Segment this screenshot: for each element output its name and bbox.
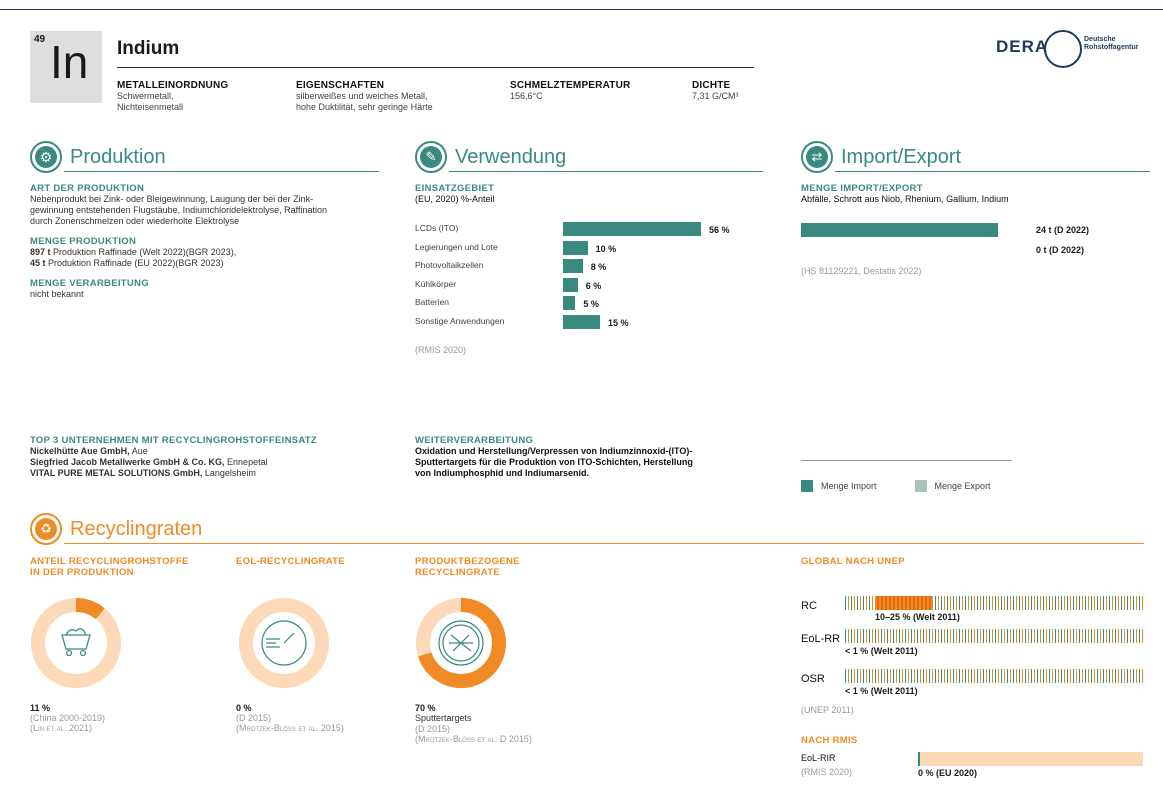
eol-values: 0 % (D 2015) (Mrotzek-Blöss et al. 2015) [236,703,344,733]
usage-bar [563,314,600,329]
legend-import-swatch [801,480,813,492]
rmis-bar-marker [918,752,920,766]
produkt-values: 70 % Sputtertargets (D 2015) (Mrotzek-Bl… [415,703,532,744]
usage-value-label: 15 % [607,317,629,328]
anteil-labels: ANTEIL RECYCLINGROHSTOFFE IN DER PRODUKT… [30,556,189,578]
usage-value-label: 10 % [595,243,617,254]
rmis-value: 0 % (EU 2020) [918,768,978,778]
weiterverarbeitung-section: WEITERVERARBEITUNG Oxidation und Herstel… [415,435,693,478]
produktion-section: ART DER PRODUKTION Nebenprodukt bei Zink… [30,183,328,299]
unep-osr-note: < 1 % (Welt 2011) [845,686,918,696]
verwendung-source: (RMIS 2020) [415,345,467,355]
usage-bar [563,240,588,255]
legend-export-swatch [914,480,927,492]
legend-rule [801,460,1012,461]
importexport-source: (HS 81129221, Destatis 2022) [801,266,922,276]
verwendung-rule [449,171,763,172]
rmis-label: NACH RMIS [801,735,858,746]
property-melting-point: SCHMELZTEMPERATUR 156,6°C [510,80,631,101]
produkt-donut [416,598,506,688]
eol-labels: EOL-RECYCLINGRATE [236,556,345,567]
mine-cart-icon [61,628,91,657]
property-density: DICHTE 7,31 G/CM³ [692,80,739,101]
gauge-icon [261,620,307,666]
importexport-labels: MENGE IMPORT/EXPORT Abfälle, Schrott aus… [801,183,1009,204]
rmis-source: (RMIS 2020) [801,767,853,777]
anteil-donut [31,598,121,688]
usage-value-label: 5 % [583,299,599,309]
title-rule [117,67,754,68]
sputter-target-icon [438,620,484,666]
legend: Menge Import Menge Export [801,480,991,492]
export-value: 0 t (D 2022) [1036,245,1085,255]
unep-rc-range [875,596,933,610]
usage-bar [563,222,701,236]
import-value: 24 t (D 2022) [1036,225,1090,235]
exchange-icon: ⇄ [801,141,833,173]
rmis-name: EoL-RIR [801,753,836,763]
importexport-heading: ⇄ Import/Export [801,141,961,173]
dera-logo: DERA Deutsche Rohstoffagentur [996,30,1146,74]
eol-donut [239,598,329,688]
category-label: Kühlkörper [415,278,457,289]
category-label: LCDs (ITO) [415,223,459,233]
element-name: Indium [117,38,180,59]
category-label: Batterien [415,297,450,307]
unep-eolrr-bar [845,629,1143,643]
einsatzgebiet-chart: LCDs (ITO) 56 % Legierungen und Lote 10 % Ph… [415,222,775,340]
unep-eolrr-note: < 1 % (Welt 2011) [845,646,918,656]
usage-bar [563,277,578,292]
usage-bar [563,259,583,273]
atomic-number: 49 [34,34,46,45]
property-characteristics: EIGENSCHAFTEN silberweißes und weiches M… [296,80,433,112]
unep-osr-bar [845,669,1143,683]
verwendung-heading: ✎ Verwendung [415,141,566,173]
importexport-rule [835,171,1150,172]
element-symbol: In [50,36,89,88]
usage-bar [563,296,576,310]
unep-osr-name: OSR [801,673,825,685]
top-rule [0,9,1163,10]
usage-value-label: 8 % [590,262,607,272]
property-classification: METALLEINORDNUNG Schwermetall, Nichteise… [117,80,229,112]
donut-track [31,598,121,688]
produktion-rule [64,171,379,172]
usage-value-label: 56 % [709,225,730,235]
rmis-bar [918,752,1143,766]
element-tile: 49 In [30,31,102,103]
unternehmen-section: TOP 3 UNTERNEHMEN MIT RECYCLINGROHSTOFFE… [30,435,318,478]
import-bar [801,223,998,237]
recycle-icon: ♻ [30,513,62,545]
category-label: Photovoltaikzellen [415,260,484,270]
recycling-rule [64,543,1144,544]
category-label: Legierungen und Lote [415,241,498,252]
unep-label: GLOBAL NACH UNEP [801,556,905,567]
produktion-heading: ⚙ Produktion [30,141,166,173]
recycling-heading: ♻ Recyclingraten [30,513,202,545]
anteil-values: 11 % (China 2000-2019) (Lin et al. 2021) [30,703,106,733]
unep-source: (UNEP 2011) [801,705,854,715]
gear-icon: ⚙ [30,141,62,173]
usage-value-label: 6 % [585,280,602,291]
unep-rc-name: RC [801,600,817,612]
wrench-icon: ✎ [415,141,447,173]
produkt-labels: PRODUKTBEZOGENE RECYCLINGRATE [415,556,520,578]
unep-rc-note: 10–25 % (Welt 2011) [875,612,960,622]
unep-eolrr-name: EoL-RR [801,633,841,645]
verwendung-labels: EINSATZGEBIET (EU, 2020) %-Anteil [415,183,495,204]
category-label: Sonstige Anwendungen [415,315,505,326]
